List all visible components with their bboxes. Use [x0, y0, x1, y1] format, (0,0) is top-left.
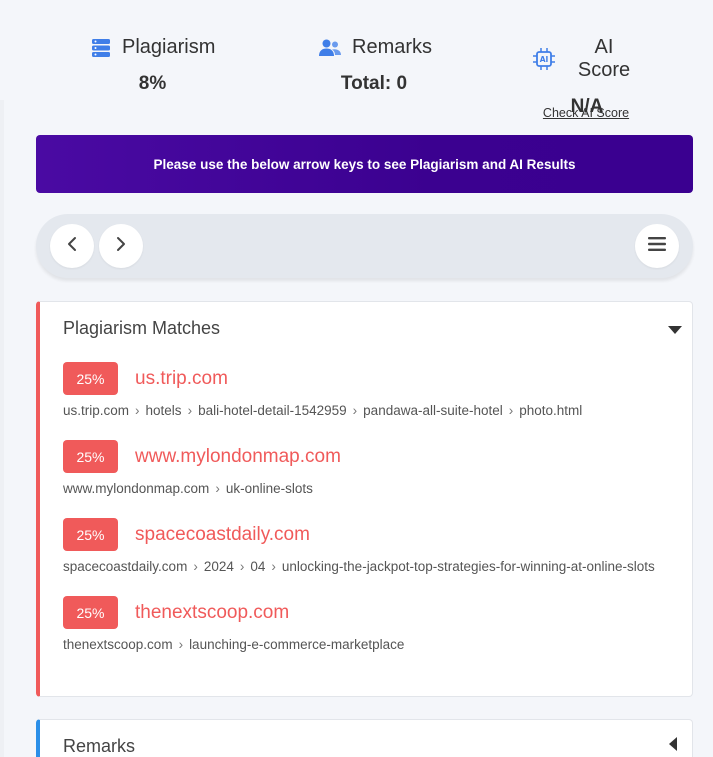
match-percent-badge: 25% — [63, 440, 118, 473]
chevron-left-icon — [65, 236, 79, 257]
plagiarism-matches-card: Plagiarism Matches 25% us.trip.com us.tr… — [36, 301, 693, 697]
stat-plagiarism-value: 8% — [138, 73, 167, 94]
match-item: 25% thenextscoop.com thenextscoop.com › la… — [63, 596, 683, 652]
stats-header: Plagiarism 8% Remarks Total: 0 AI AI Sco… — [0, 0, 713, 125]
collapse-toggle[interactable] — [668, 322, 682, 340]
match-path: www.mylondonmap.com › uk-online-slots — [63, 481, 313, 496]
left-edge-divider — [0, 100, 4, 757]
match-path: spacecoastdaily.com › 2024 › 04 › unlocking-th… — [63, 559, 655, 574]
match-percent-badge: 25% — [63, 518, 118, 551]
caret-down-icon — [668, 322, 682, 339]
previous-button[interactable] — [50, 224, 94, 268]
plagiarism-matches-title: Plagiarism Matches — [63, 318, 221, 338]
instruction-banner-text: Please use the below arrow keys to see P… — [153, 156, 576, 172]
stat-ai-score-label: AI Score — [577, 36, 631, 81]
match-path: thenextscoop.com › launching-e-commerce-ma… — [63, 637, 405, 652]
match-domain-link[interactable]: us.trip.com — [135, 368, 228, 390]
chevron-right-icon — [114, 236, 128, 257]
match-item: 25% www.mylondonmap.com www.mylondonmap.… — [63, 440, 683, 496]
instruction-banner: Please use the below arrow keys to see P… — [36, 135, 693, 193]
stat-plagiarism-label: Plagiarism — [122, 36, 216, 58]
next-button[interactable] — [99, 224, 143, 268]
remarks-title: Remarks — [63, 736, 136, 756]
database-icon — [90, 37, 112, 59]
users-icon — [318, 38, 342, 58]
svg-text:AI: AI — [540, 55, 549, 64]
match-domain-link[interactable]: www.mylondonmap.com — [135, 446, 341, 468]
match-domain-link[interactable]: spacecoastdaily.com — [135, 524, 310, 546]
stat-plagiarism: Plagiarism 8% — [90, 36, 215, 95]
hamburger-icon — [648, 236, 666, 257]
ai-chip-icon: AI — [532, 47, 556, 71]
report-page: Plagiarism 8% Remarks Total: 0 AI AI Sco… — [0, 0, 713, 757]
expand-toggle[interactable] — [668, 737, 678, 756]
result-navigation-bar — [36, 214, 693, 278]
match-item: 25% spacecoastdaily.com spacecoastdaily.… — [63, 518, 683, 574]
check-ai-score-link[interactable]: Check AI Score — [528, 106, 644, 120]
stat-remarks: Remarks Total: 0 — [318, 36, 433, 95]
match-percent-badge: 25% — [63, 362, 118, 395]
match-domain-link[interactable]: thenextscoop.com — [135, 602, 289, 624]
match-percent-badge: 25% — [63, 596, 118, 629]
remarks-card: Remarks — [36, 719, 693, 757]
menu-button[interactable] — [635, 224, 679, 268]
caret-left-icon — [668, 737, 678, 755]
stat-remarks-label: Remarks — [352, 36, 433, 58]
match-path: us.trip.com › hotels › bali-hotel-detail-154… — [63, 403, 583, 418]
match-item: 25% us.trip.com us.trip.com › hotels › bali-… — [63, 362, 683, 418]
stat-remarks-value: Total: 0 — [340, 73, 408, 94]
